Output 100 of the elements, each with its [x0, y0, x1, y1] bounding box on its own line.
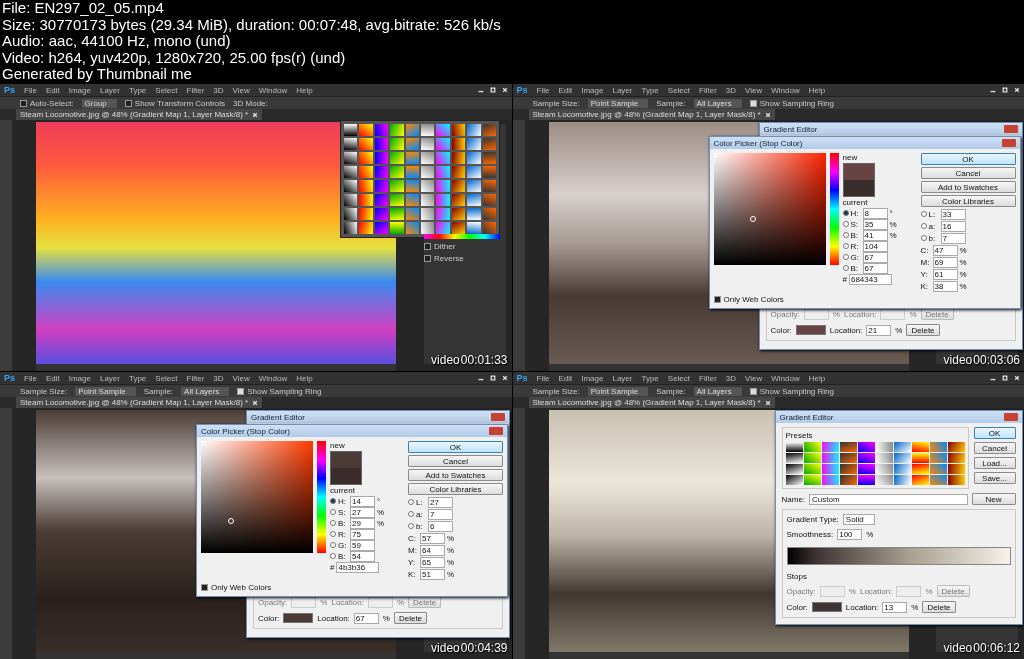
radio-button[interactable] [330, 531, 336, 537]
menu-item[interactable]: Edit [558, 373, 573, 383]
gradient-swatch[interactable] [821, 464, 839, 474]
menu-item[interactable]: Filter [186, 373, 205, 383]
value-field[interactable]: 51 [420, 568, 445, 580]
gradient-swatch[interactable] [857, 464, 875, 474]
menu-item[interactable]: Filter [699, 85, 717, 95]
menu-item[interactable]: Window [258, 85, 288, 95]
hue-spectrum[interactable] [829, 153, 839, 265]
stop-color-swatch[interactable] [283, 613, 314, 623]
gradient-swatch[interactable] [359, 138, 373, 150]
gradient-swatch[interactable] [911, 475, 929, 485]
gradient-swatch[interactable] [405, 166, 419, 178]
type-dropdown[interactable]: Solid [842, 514, 875, 525]
hex-field[interactable]: 684343 [848, 273, 892, 285]
dialog-button[interactable]: Cancel [920, 167, 1016, 179]
radio-button[interactable] [330, 498, 336, 504]
checkbox[interactable] [713, 296, 721, 303]
checkbox[interactable] [424, 255, 431, 262]
gradient-swatch[interactable] [482, 194, 496, 206]
radio-button[interactable] [408, 511, 414, 517]
gradient-swatch[interactable] [857, 442, 875, 452]
menu-item[interactable]: View [745, 373, 763, 383]
radio-button[interactable] [330, 509, 336, 515]
gradient-swatch[interactable] [359, 194, 373, 206]
dialog-button[interactable]: Save... [973, 472, 1016, 484]
dialog-button[interactable]: Load... [973, 457, 1016, 469]
gradient-swatch[interactable] [374, 166, 389, 178]
gradient-swatch[interactable] [374, 194, 389, 206]
gradient-swatch[interactable] [421, 180, 435, 192]
value-field[interactable]: 57 [420, 532, 445, 544]
menu-item[interactable]: Image [581, 373, 604, 383]
value-field[interactable]: 6 [428, 520, 453, 532]
gradient-swatch[interactable] [436, 166, 450, 178]
opacity-field[interactable] [291, 596, 317, 608]
menu-item[interactable]: Type [128, 373, 147, 383]
menu-item[interactable]: Layer [612, 373, 633, 383]
menu-item[interactable]: Select [155, 85, 178, 95]
gradient-swatch[interactable] [875, 453, 893, 463]
gradient-swatch[interactable] [451, 138, 466, 150]
dialog-button[interactable]: OK [973, 427, 1016, 439]
stop-color-swatch[interactable] [811, 602, 842, 612]
gradient-swatch[interactable] [893, 464, 911, 474]
gradient-swatch[interactable] [405, 194, 419, 206]
gradient-swatch[interactable] [803, 475, 821, 485]
menu-item[interactable]: Edit [45, 85, 60, 95]
gradient-swatch[interactable] [839, 442, 857, 452]
gradient-swatch[interactable] [821, 475, 839, 485]
gradient-swatch[interactable] [374, 152, 389, 164]
menu-item[interactable]: Layer [612, 85, 633, 95]
location-field[interactable]: 21 [866, 324, 892, 336]
gradient-swatch[interactable] [374, 138, 389, 150]
menu-item[interactable]: View [232, 85, 250, 95]
gradient-swatch[interactable] [390, 194, 404, 206]
gradient-swatch[interactable] [467, 124, 481, 136]
gradient-swatch[interactable] [405, 124, 419, 136]
gradient-swatch[interactable] [451, 208, 466, 220]
dialog-button[interactable]: Color Libraries [920, 195, 1016, 207]
gradient-swatch[interactable] [359, 180, 373, 192]
close-icon[interactable] [501, 375, 508, 381]
radio-button[interactable] [920, 235, 927, 241]
document-tab[interactable]: Steam Locomotive.jpg @ 48% (Gradient Map 1, Layer Mask/8) * [528, 397, 775, 408]
close-icon[interactable] [1014, 87, 1020, 93]
gradient-swatch[interactable] [875, 475, 893, 485]
gradient-swatch[interactable] [893, 453, 911, 463]
gradient-swatch[interactable] [482, 152, 496, 164]
radio-button[interactable] [920, 223, 927, 229]
location-field[interactable]: 67 [353, 612, 379, 624]
gradient-swatch[interactable] [875, 442, 893, 452]
gradient-swatch[interactable] [821, 442, 839, 452]
gradient-swatch[interactable] [929, 453, 947, 463]
gradient-swatch[interactable] [911, 453, 929, 463]
dialog-button[interactable]: Add to Swatches [920, 181, 1016, 193]
radio-button[interactable] [842, 254, 849, 260]
checkbox[interactable] [424, 243, 431, 250]
gradient-swatch[interactable] [482, 222, 496, 234]
menu-item[interactable]: File [24, 85, 37, 95]
maximize-icon[interactable] [489, 375, 496, 381]
gradient-swatch[interactable] [374, 180, 389, 192]
gradient-swatch[interactable] [929, 442, 947, 452]
value-field[interactable]: 14 [350, 495, 375, 507]
menu-item[interactable]: View [745, 85, 763, 95]
gradient-swatch[interactable] [467, 152, 481, 164]
menu-item[interactable]: Filter [186, 85, 205, 95]
menu-item[interactable]: Image [68, 85, 91, 95]
value-field[interactable]: 69 [932, 256, 958, 268]
gradient-swatch[interactable] [421, 194, 435, 206]
radio-button[interactable] [330, 542, 336, 548]
value-field[interactable]: 8 [862, 207, 888, 219]
gradient-swatch[interactable] [436, 180, 450, 192]
gradient-swatch[interactable] [344, 166, 358, 178]
gradient-swatch[interactable] [421, 152, 435, 164]
value-field[interactable]: 7 [428, 508, 453, 520]
gradient-swatch[interactable] [390, 208, 404, 220]
close-icon[interactable] [764, 399, 771, 406]
checkbox[interactable] [749, 387, 757, 395]
gradient-swatch[interactable] [405, 180, 419, 192]
menu-item[interactable]: Window [771, 373, 800, 383]
gradient-swatch[interactable] [421, 124, 435, 136]
radio-button[interactable] [842, 210, 849, 216]
